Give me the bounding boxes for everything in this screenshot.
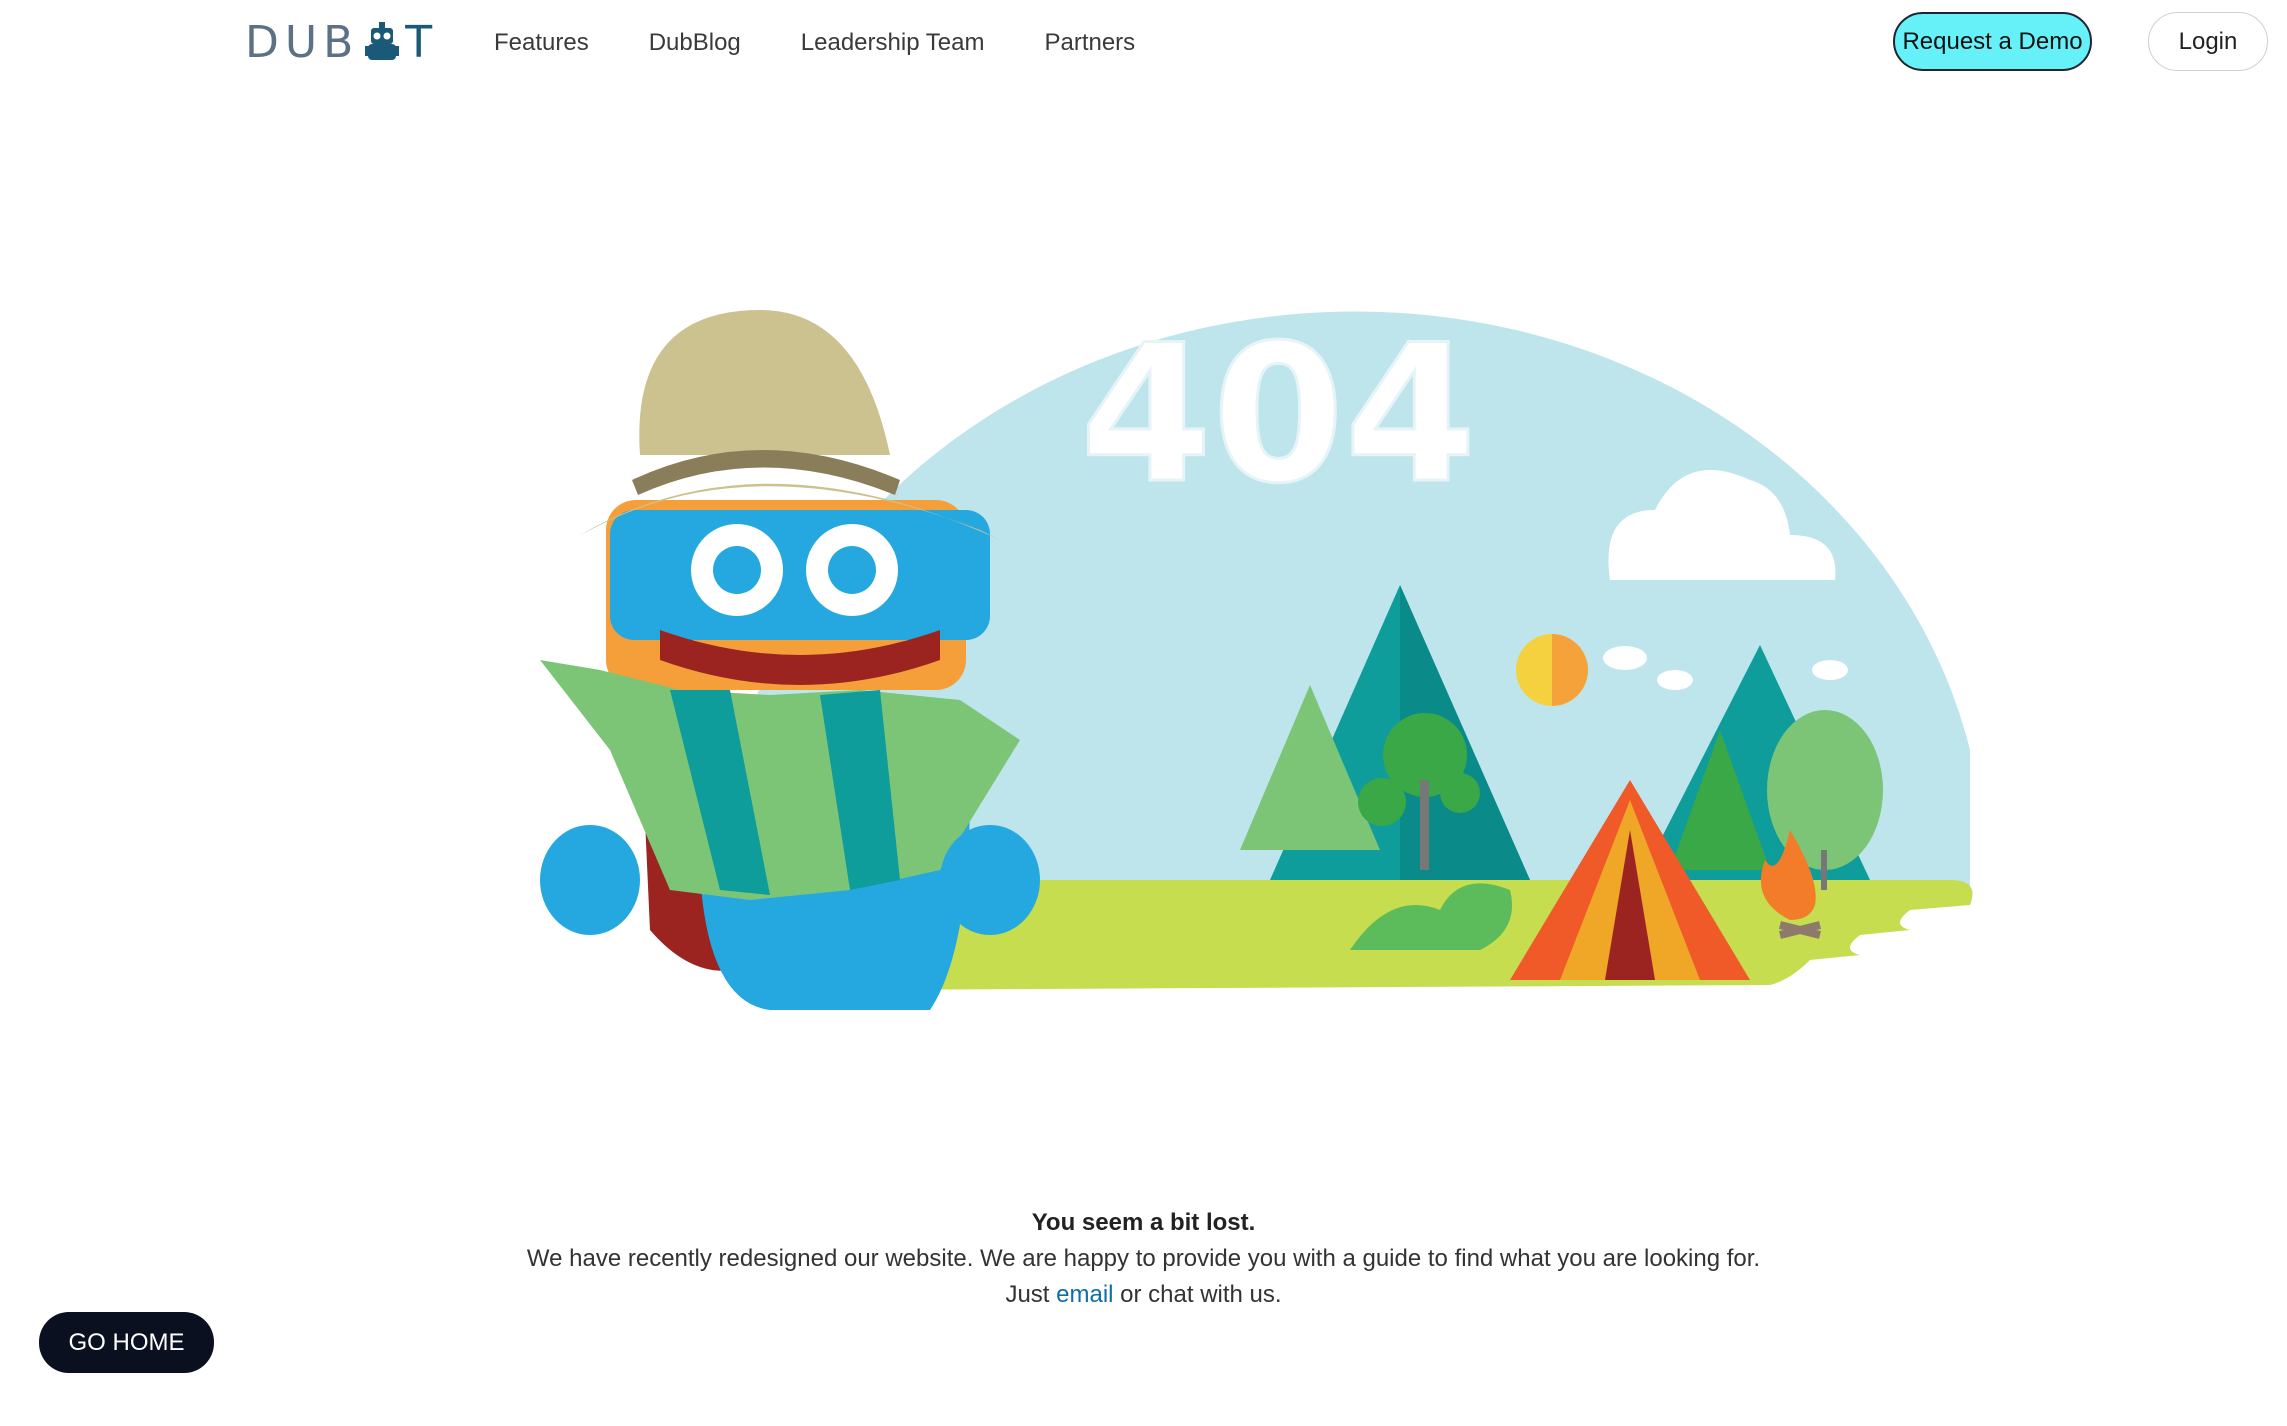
lost-message: You seem a bit lost. We have recently re…	[0, 1205, 2287, 1313]
round-tree	[1767, 710, 1883, 870]
nav-leadership-team[interactable]: Leadership Team	[801, 29, 985, 57]
nav-partners[interactable]: Partners	[1044, 29, 1135, 57]
go-home-button[interactable]: GO HOME	[39, 1312, 214, 1373]
nav-dubblog[interactable]: DubBlog	[649, 29, 741, 57]
dubbot-logo[interactable]: DUB T	[245, 16, 438, 68]
cloud-404-text: 404	[1079, 303, 1479, 527]
lost-heading: You seem a bit lost.	[1031, 1209, 1256, 1236]
contact-prefix: Just	[1005, 1281, 1050, 1308]
contact-line: Just email or chat with us.	[0, 1277, 2287, 1313]
cloud-small-3	[1812, 660, 1848, 680]
login-button[interactable]: Login	[2148, 12, 2268, 71]
contact-suffix: or chat with us.	[1120, 1281, 1282, 1308]
cloud-small-1	[1603, 646, 1647, 670]
redesign-text: We have recently redesigned our website.…	[526, 1245, 1761, 1272]
lost-robot-404-illustration: 404	[540, 303, 1973, 1010]
top-navbar: DUB T Features DubBlog Leadership Team P…	[0, 0, 2287, 86]
email-link[interactable]: email	[1056, 1281, 1113, 1308]
cloud-small-2	[1657, 670, 1693, 690]
error-code-404: 404	[1080, 304, 1477, 525]
logo-text-t: T	[405, 16, 439, 68]
main-nav: Features DubBlog Leadership Team Partner…	[494, 0, 1195, 86]
logo-text-dub: DUB	[245, 16, 360, 68]
request-demo-button[interactable]: Request a Demo	[1893, 12, 2092, 71]
robot-logo-icon	[365, 22, 400, 60]
robot-character	[540, 310, 1040, 1010]
nav-features[interactable]: Features	[494, 29, 589, 57]
